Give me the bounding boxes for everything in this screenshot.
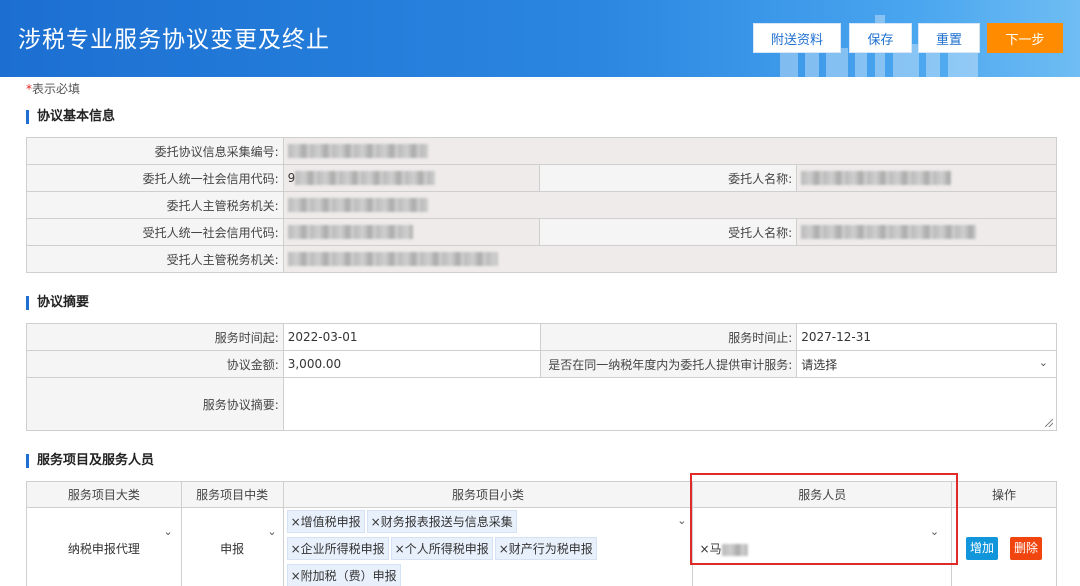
major-category-select[interactable]: 纳税申报代理 ⌄ (26, 507, 182, 586)
chevron-down-icon: ⌄ (677, 514, 687, 527)
label-client-tax-authority: 委托人主管税务机关: (26, 191, 284, 219)
major-category-value: 纳税申报代理 (67, 542, 140, 556)
collect-no-value (282, 137, 1058, 165)
page-header: 涉税专业服务协议变更及终止 附送资料 保存 重置 下一步 (0, 0, 1080, 77)
required-note: *表示必填 (26, 80, 80, 97)
add-button[interactable]: 增加 (966, 537, 999, 560)
minor-category-multiselect[interactable]: ×增值税申报 ×财务报表报送与信息采集 ×企业所得税申报 ×个人所得税申报 ×财产行为税… (282, 507, 694, 586)
basic-info-table: 委托协议信息采集编号: 委托人统一社会信用代码: 9 委托人名称: 委托人主管税… (26, 137, 1058, 273)
label-agent-tax-authority: 受托人主管税务机关: (26, 245, 284, 273)
label-summary: 服务协议摘要: (26, 377, 284, 431)
tag-property-tax[interactable]: ×财产行为税申报 (494, 537, 597, 560)
service-end-input[interactable]: 2027-12-31 (796, 323, 1057, 351)
highlight-box (690, 473, 958, 565)
audit-service-select[interactable]: 请选择 ⌄ (796, 350, 1057, 378)
service-start-input[interactable]: 2022-03-01 (282, 323, 541, 351)
label-client-credit-code: 委托人统一社会信用代码: (26, 164, 284, 192)
summary-table: 服务时间起: 2022-03-01 服务时间止: 2027-12-31 协议金额… (26, 323, 1058, 431)
tag-vat[interactable]: ×增值税申报 (286, 510, 365, 533)
resize-handle-icon[interactable] (1045, 419, 1053, 427)
redacted-value (287, 225, 413, 240)
amount-input[interactable]: 3,000.00 (282, 350, 541, 378)
attach-documents-button[interactable]: 附送资料 (753, 23, 841, 53)
tag-iit[interactable]: ×个人所得税申报 (390, 537, 493, 560)
required-note-text: 表示必填 (32, 82, 81, 96)
audit-service-value: 请选择 (801, 357, 838, 372)
chevron-down-icon: ⌄ (1038, 355, 1048, 369)
redacted-value (295, 171, 436, 186)
redacted-value (287, 198, 428, 213)
chevron-down-icon: ⌄ (267, 525, 277, 538)
operation-cell: 增加 删除 (951, 507, 1057, 586)
client-credit-code-value: 9 (282, 164, 541, 192)
section-title-basic-info: 协议基本信息 (26, 110, 115, 124)
label-service-start: 服务时间起: (26, 323, 284, 351)
client-credit-code-prefix: 9 (287, 170, 296, 185)
section-title-summary: 协议摘要 (26, 296, 89, 310)
redacted-value (801, 171, 952, 186)
label-agent-credit-code: 受托人统一社会信用代码: (26, 218, 284, 246)
client-tax-authority-value (282, 191, 1058, 219)
summary-textarea[interactable] (282, 377, 1058, 431)
save-button[interactable]: 保存 (849, 23, 912, 53)
agent-tax-authority-value (282, 245, 1058, 273)
client-name-value (796, 164, 1057, 192)
header-minor-category: 服务项目小类 (282, 481, 694, 508)
next-step-button[interactable]: 下一步 (987, 23, 1063, 53)
label-service-end: 服务时间止: (539, 323, 798, 351)
tag-surcharge[interactable]: ×附加税（费）申报 (286, 564, 401, 586)
agent-name-value (796, 218, 1057, 246)
redacted-value (801, 225, 977, 240)
redacted-value (287, 252, 498, 267)
agent-credit-code-value (282, 218, 541, 246)
tag-financial-report[interactable]: ×财务报表报送与信息采集 (366, 510, 517, 533)
header-major-category: 服务项目大类 (26, 481, 182, 508)
page-title: 涉税专业服务协议变更及终止 (18, 27, 330, 53)
header-operation: 操作 (951, 481, 1057, 508)
header-middle-category: 服务项目中类 (180, 481, 284, 508)
label-amount: 协议金额: (26, 350, 284, 378)
label-agent-name: 受托人名称: (539, 218, 798, 246)
delete-button[interactable]: 删除 (1010, 537, 1043, 560)
reset-button[interactable]: 重置 (918, 23, 980, 53)
label-client-name: 委托人名称: (539, 164, 798, 192)
redacted-value (287, 144, 428, 159)
middle-category-select[interactable]: 申报 ⌄ (180, 507, 284, 586)
chevron-down-icon: ⌄ (163, 525, 173, 538)
section-title-services: 服务项目及服务人员 (26, 454, 154, 468)
middle-category-value: 申报 (220, 542, 245, 556)
label-collect-no: 委托协议信息采集编号: (26, 137, 284, 165)
label-audit-service: 是否在同一纳税年度内为委托人提供审计服务: (539, 350, 798, 378)
tag-cit[interactable]: ×企业所得税申报 (286, 537, 389, 560)
